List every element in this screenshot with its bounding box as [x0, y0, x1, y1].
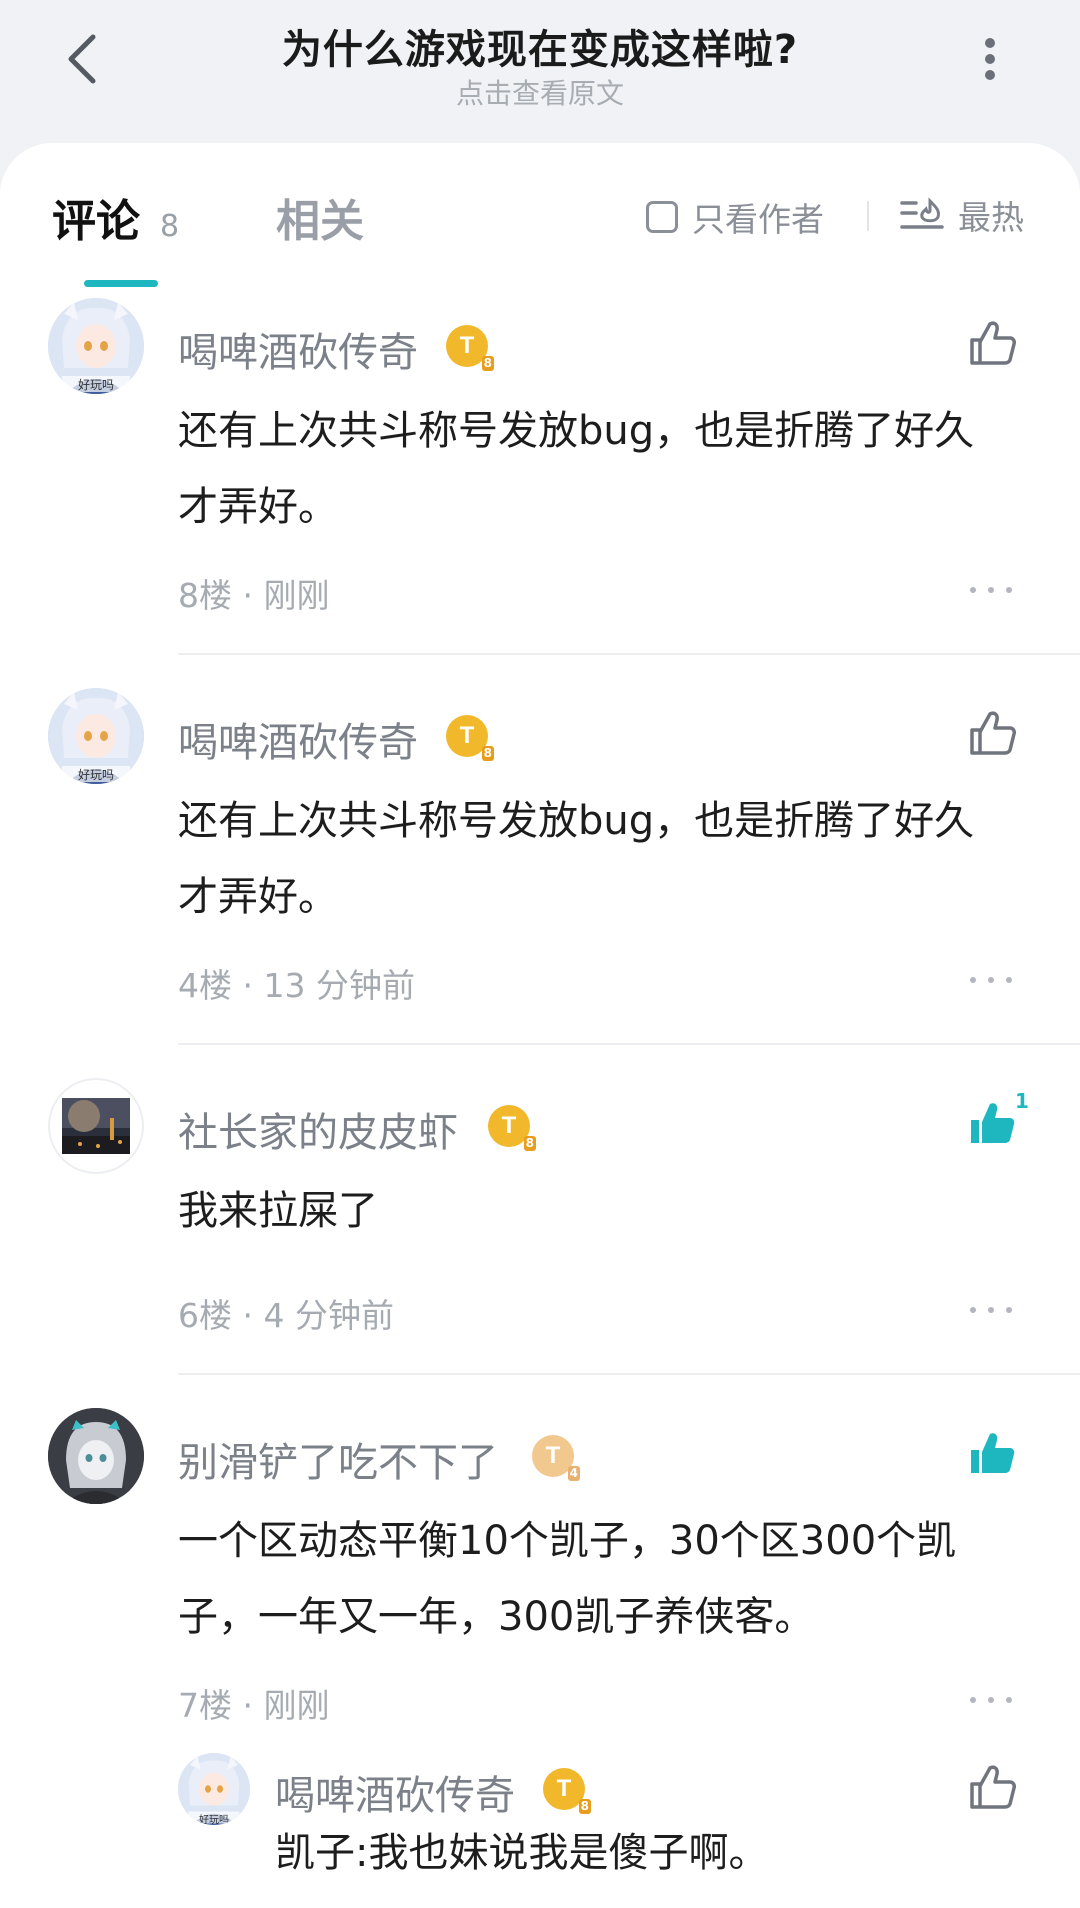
- comment-more-button[interactable]: [970, 580, 1012, 600]
- divider: [867, 201, 869, 231]
- tab-bar: 评论 8 相关 只看作者 最热: [0, 143, 1080, 287]
- comment-more-button[interactable]: [970, 970, 1012, 990]
- thumbs-up-outline-icon: [970, 1765, 1016, 1809]
- badge-level: 8: [578, 1799, 591, 1814]
- avatar[interactable]: 好玩吗: [178, 1753, 250, 1825]
- avatar[interactable]: 好玩吗: [48, 688, 144, 784]
- comment-text-line: 才弄好。: [178, 484, 338, 530]
- username[interactable]: 社长家的皮皮虾: [178, 1100, 458, 1158]
- vertical-dots-icon: [985, 38, 995, 80]
- level-badge: T 8: [543, 1768, 591, 1814]
- badge-letter: T: [459, 332, 475, 359]
- comment-text-line: 子，一年又一年，300凯子养侠客。: [178, 1594, 815, 1640]
- tab-related[interactable]: 相关: [276, 185, 364, 249]
- username[interactable]: 别滑铲了吃不下了: [178, 1430, 498, 1488]
- view-original-link[interactable]: 点击查看原文: [140, 72, 940, 112]
- badge-level: 8: [481, 356, 494, 371]
- like-button[interactable]: [962, 703, 1022, 763]
- comment-text-line: 我来拉屎了: [178, 1188, 378, 1234]
- avatar[interactable]: [48, 1078, 144, 1174]
- more-options-button[interactable]: [965, 24, 1015, 94]
- divider: [178, 653, 1080, 655]
- level-badge: T 8: [446, 325, 494, 371]
- thumbs-up-filled-icon: [971, 1433, 1015, 1473]
- comment-meta: 4楼 · 13 分钟前: [178, 966, 415, 1005]
- sort-hot-icon: [900, 197, 944, 229]
- author-only-label: 只看作者: [692, 200, 824, 239]
- thumbs-up-outline-icon: [970, 711, 1016, 755]
- reply-text: 凯子:我也妹说我是傻子啊。: [275, 1830, 769, 1876]
- checkbox-icon: [646, 201, 678, 233]
- level-badge: T 8: [488, 1105, 536, 1151]
- comment-meta: 6楼 · 4 分钟前: [178, 1296, 394, 1335]
- divider: [178, 1043, 1080, 1045]
- comment-text-line: 才弄好。: [178, 874, 338, 920]
- comment-meta: 8楼 · 刚刚: [178, 576, 330, 615]
- avatar-caption: 好玩吗: [199, 1815, 229, 1825]
- comment-text: 还有上次共斗称号发放bug，也是折腾了好久 才弄好。: [178, 783, 1028, 935]
- avatar[interactable]: [48, 1408, 144, 1504]
- top-bar: 为什么游戏现在变成这样啦? 点击查看原文: [0, 0, 1080, 145]
- page-title: 为什么游戏现在变成这样啦?: [281, 27, 799, 73]
- back-button[interactable]: [52, 24, 112, 94]
- tab-comments[interactable]: 评论 8: [52, 185, 179, 249]
- comment-meta: 7楼 · 刚刚: [178, 1686, 330, 1725]
- tab-comments-label: 评论: [52, 196, 140, 247]
- badge-letter: T: [501, 1112, 517, 1139]
- avatar-caption: 好玩吗: [77, 378, 114, 392]
- badge-level: 4: [567, 1466, 580, 1481]
- comment-more-button[interactable]: [970, 1300, 1012, 1320]
- author-only-toggle[interactable]: 只看作者: [646, 193, 824, 241]
- like-button[interactable]: [962, 313, 1022, 373]
- active-tab-indicator: [84, 280, 158, 287]
- night-city-avatar-image: [62, 1098, 130, 1154]
- thumbs-up-outline-icon: [970, 321, 1016, 365]
- divider: [178, 1373, 1080, 1375]
- like-count: 1: [1015, 1089, 1029, 1113]
- avatar-caption: 好玩吗: [77, 768, 114, 782]
- like-button[interactable]: [962, 1757, 1022, 1817]
- like-button-active[interactable]: [962, 1423, 1022, 1483]
- comments-panel: 评论 8 相关 只看作者 最热 好玩吗 喝啤酒砍传奇 T 8 还有上次共斗称号发…: [0, 143, 1080, 1908]
- badge-letter: T: [459, 722, 475, 749]
- comment-count: 8: [160, 209, 180, 244]
- badge-letter: T: [545, 1442, 561, 1469]
- comment-text-line: 一个区动态平衡10个凯子，30个区300个凯: [178, 1518, 957, 1564]
- sort-hot-label: 最热: [958, 198, 1024, 237]
- badge-letter: T: [556, 1775, 572, 1802]
- sort-hot-button[interactable]: 最热: [900, 191, 1024, 239]
- username[interactable]: 喝啤酒砍传奇: [275, 1763, 515, 1821]
- comment-text: 我来拉屎了: [178, 1173, 1028, 1249]
- username[interactable]: 喝啤酒砍传奇: [178, 710, 418, 768]
- avatar[interactable]: 好玩吗: [48, 298, 144, 394]
- comment-text: 还有上次共斗称号发放bug，也是折腾了好久 才弄好。: [178, 393, 1028, 545]
- thumbs-up-filled-icon: [971, 1103, 1015, 1143]
- level-badge: T 8: [446, 715, 494, 761]
- comment-text-line: 还有上次共斗称号发放bug，也是折腾了好久: [178, 798, 975, 844]
- comment-more-button[interactable]: [970, 1690, 1012, 1710]
- like-button-active[interactable]: [962, 1093, 1022, 1153]
- level-badge: T 4: [532, 1435, 580, 1481]
- badge-level: 8: [481, 746, 494, 761]
- comment-text: 一个区动态平衡10个凯子，30个区300个凯 子，一年又一年，300凯子养侠客。: [178, 1503, 1028, 1655]
- badge-level: 8: [523, 1136, 536, 1151]
- anime-avatar-image: [48, 1408, 144, 1504]
- username[interactable]: 喝啤酒砍传奇: [178, 320, 418, 378]
- chevron-left-icon: [68, 34, 96, 84]
- comment-text-line: 还有上次共斗称号发放bug，也是折腾了好久: [178, 408, 975, 454]
